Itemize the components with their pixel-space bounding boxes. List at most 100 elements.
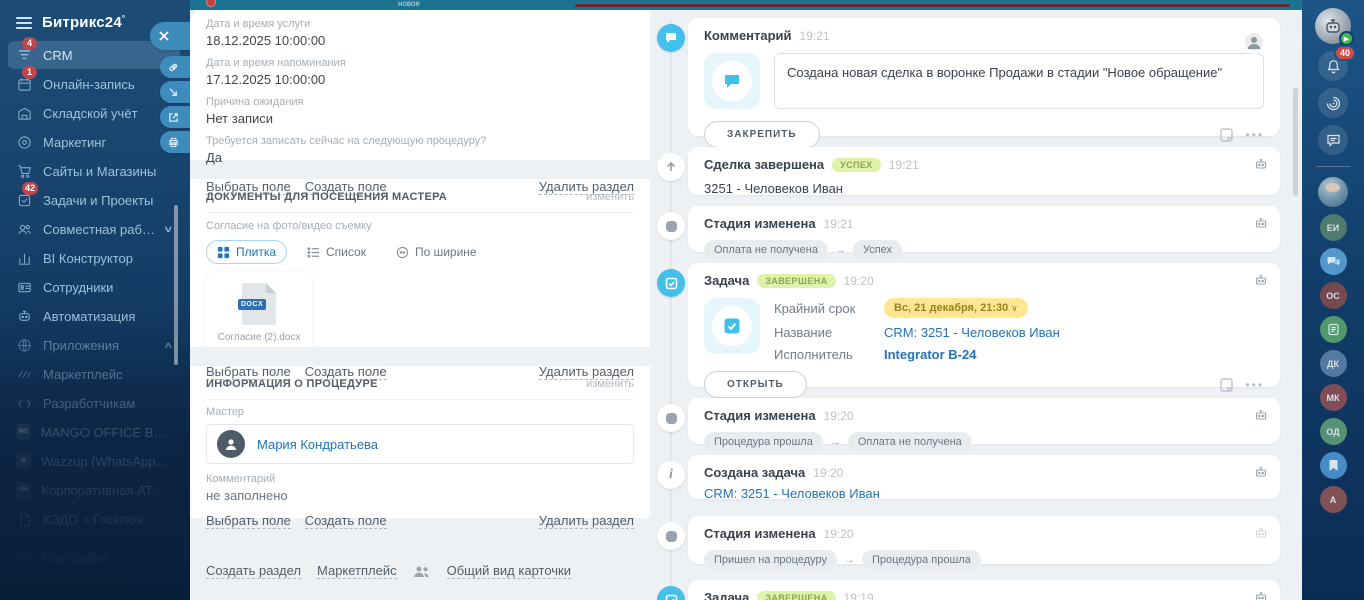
more-menu-icon[interactable]: ••• bbox=[1245, 378, 1264, 392]
sidebar-item-kedo[interactable]: КЭДО + Госключ bbox=[8, 505, 180, 533]
comment-text[interactable]: Создана новая сделка в воронке Продажи в… bbox=[774, 53, 1264, 109]
arrow-right-icon: → bbox=[834, 244, 846, 256]
timeline-vertical-scrollbar[interactable] bbox=[1293, 88, 1298, 196]
bell-icon bbox=[1326, 59, 1340, 73]
comment-big-icon bbox=[704, 53, 760, 109]
user-avatar-icon bbox=[217, 430, 245, 458]
support-chat-button[interactable] bbox=[1318, 125, 1348, 155]
card-general-view-link[interactable]: Общий вид карточки bbox=[446, 563, 572, 579]
sidebar-item-online-booking[interactable]: Онлайн-запись 1 bbox=[8, 66, 180, 98]
chat-avatar-ei[interactable]: ЕИ bbox=[1319, 214, 1347, 241]
timeline-card-deal-completed[interactable]: Сделка завершена УСПЕХ 19:21 3251 - Чело… bbox=[688, 147, 1280, 196]
print-button[interactable] bbox=[160, 131, 190, 153]
timeline-card-stage-changed[interactable]: Стадия изменена 19:20 Пришел на процедур… bbox=[688, 516, 1280, 570]
sidebar-item-collaboration[interactable]: Совместная работа ∨ bbox=[8, 215, 180, 243]
deadline-pill[interactable]: Вс, 21 декабря, 21:30 ∨ bbox=[884, 298, 1028, 318]
sidebar-item-automation[interactable]: Автоматизация bbox=[8, 302, 180, 330]
top-progress-line bbox=[575, 4, 1290, 7]
timeline-card-task-2[interactable]: Задача ЗАВЕРШЕНА 19:19 bbox=[688, 580, 1280, 600]
messenger-chat[interactable] bbox=[1319, 248, 1347, 275]
note-icon[interactable] bbox=[1220, 127, 1233, 142]
open-task-button[interactable]: ОТКРЫТЬ bbox=[704, 371, 807, 398]
chat-avatar-os[interactable]: ОС bbox=[1319, 282, 1347, 309]
sidebar-item-employees[interactable]: Сотрудники bbox=[8, 273, 180, 301]
chat-user-photo[interactable] bbox=[1318, 177, 1348, 207]
sidebar-item-wazzup[interactable]: W Wazzup (WhatsApp, T... bbox=[8, 447, 180, 475]
comment-value[interactable]: не заполнено bbox=[206, 488, 634, 503]
marketplace-link[interactable]: Маркетплейс bbox=[316, 563, 397, 579]
view-tab-list[interactable]: Список bbox=[297, 241, 376, 263]
sidebar-item-settings[interactable]: Настройки bbox=[8, 543, 180, 571]
assignee-link[interactable]: Integrator B-24 bbox=[884, 347, 976, 362]
sidebar-scrollbar[interactable] bbox=[174, 205, 178, 365]
sidebar-item-mango-office[interactable]: MO MANGO OFFICE Вирт... bbox=[8, 418, 180, 446]
automation-robot-icon bbox=[1254, 273, 1268, 287]
profile-avatar[interactable]: ▶ bbox=[1315, 8, 1354, 46]
edit-section-link[interactable]: изменить bbox=[586, 378, 634, 390]
master-name-link[interactable]: Мария Кондратьева bbox=[257, 437, 378, 452]
automation-robot-icon bbox=[1254, 216, 1268, 230]
app-logo[interactable]: Битрикс24° bbox=[42, 14, 125, 31]
open-new-window-button[interactable] bbox=[160, 106, 190, 128]
chat-avatar-dk[interactable]: ДК bbox=[1319, 350, 1347, 377]
create-field-link[interactable]: Создать поле bbox=[304, 513, 387, 529]
edit-section-link[interactable]: изменить bbox=[586, 191, 634, 203]
copy-link-button[interactable] bbox=[160, 56, 190, 78]
select-field-link[interactable]: Выбрать поле bbox=[206, 513, 291, 529]
stage-node-icon bbox=[657, 522, 685, 550]
more-menu-icon[interactable]: ••• bbox=[1245, 128, 1264, 142]
gear-icon bbox=[16, 549, 33, 566]
notifications-button[interactable]: 40 bbox=[1318, 45, 1356, 81]
procedure-info-section: ИНФОРМАЦИЯ О ПРОЦЕДУРЕ изменить Мастер М… bbox=[190, 366, 650, 529]
sidebar-item-marketing[interactable]: Маркетинг bbox=[8, 128, 180, 156]
chat-notes[interactable] bbox=[1319, 316, 1347, 343]
create-section-link[interactable]: Создать раздел bbox=[206, 563, 301, 579]
field-value[interactable]: 17.12.2025 10:00:00 bbox=[206, 72, 634, 87]
sidebar-item-developers[interactable]: Разработчикам bbox=[8, 389, 180, 417]
view-tab-tiles[interactable]: Плитка bbox=[206, 240, 288, 264]
timeline-card-comment[interactable]: Комментарий 19:21 Создана новая сделка в… bbox=[688, 18, 1280, 148]
timeline-card-stage-changed[interactable]: Стадия изменена 19:20 Процедура прошла →… bbox=[688, 398, 1280, 452]
notes-icon bbox=[1327, 323, 1339, 336]
card-time: 19:20 bbox=[823, 526, 854, 541]
history-button[interactable] bbox=[1318, 88, 1348, 118]
sidebar-item-warehouse[interactable]: Складской учёт bbox=[8, 99, 180, 127]
tasks-badge: 42 bbox=[22, 182, 39, 195]
chevron-down-icon: ∨ bbox=[1011, 303, 1018, 313]
timeline-card-task-created[interactable]: Создана задача 19:20 CRM: 3251 - Человек… bbox=[688, 455, 1280, 501]
view-tab-fullwidth[interactable]: По ширине bbox=[386, 241, 487, 263]
sidebar-item-bi[interactable]: BI Конструктор bbox=[8, 244, 180, 272]
task-created-link[interactable]: CRM: 3251 - Человеков Иван bbox=[704, 486, 880, 501]
timeline-card-task[interactable]: Задача ЗАВЕРШЕНА 19:20 Крайний срок Вс, … bbox=[688, 263, 1280, 398]
chat-avatar-od[interactable]: ОД bbox=[1319, 418, 1347, 445]
timeline: Комментарий 19:21 Создана новая сделка в… bbox=[650, 10, 1302, 600]
sidebar-item-marketplace[interactable]: Маркетплейс bbox=[8, 360, 180, 388]
field-label: Дата и время напоминания bbox=[206, 57, 346, 69]
sidebar-item-sites[interactable]: Сайты и Магазины bbox=[8, 157, 180, 185]
field-value[interactable]: 18.12.2025 10:00:00 bbox=[206, 33, 634, 48]
automation-robot-icon bbox=[1254, 157, 1268, 171]
timeline-card-stage-changed[interactable]: Стадия изменена 19:21 Оплата не получена… bbox=[688, 206, 1280, 260]
menu-hamburger-icon[interactable] bbox=[16, 16, 32, 29]
target-icon bbox=[16, 134, 33, 151]
card-title: Задача bbox=[704, 590, 750, 600]
sidebar-item-tasks[interactable]: Задачи и Проекты 42 bbox=[8, 182, 180, 214]
pin-button[interactable]: ЗАКРЕПИТЬ bbox=[704, 121, 820, 148]
saved-messages[interactable] bbox=[1319, 452, 1347, 479]
field-value[interactable]: Нет записи bbox=[206, 111, 634, 126]
time-spiral-icon bbox=[1326, 96, 1340, 110]
chat-avatar-mk[interactable]: МК bbox=[1319, 384, 1347, 411]
close-panel-button[interactable] bbox=[150, 22, 190, 50]
chat-bubble-icon bbox=[1326, 134, 1340, 147]
delete-section-link[interactable]: Удалить раздел bbox=[538, 513, 634, 529]
collapse-button[interactable] bbox=[160, 81, 190, 103]
chevron-down-icon: ∨ bbox=[163, 223, 174, 234]
file-tile-docx[interactable]: DOCX Согласие (2).docx bbox=[206, 272, 312, 354]
sidebar-item-corporate-ats[interactable]: КМ Корпоративная АТС ... bbox=[8, 476, 180, 504]
deal-fields-column: Дата и время услуги 18.12.2025 10:00:00 … bbox=[190, 10, 650, 600]
chat-avatar-a[interactable]: А bbox=[1319, 486, 1347, 513]
sidebar-item-apps[interactable]: Приложения ∧ bbox=[8, 331, 180, 359]
master-field[interactable]: Мария Кондратьева bbox=[206, 424, 634, 464]
note-icon[interactable] bbox=[1220, 377, 1233, 392]
task-name-link[interactable]: CRM: 3251 - Человеков Иван bbox=[884, 325, 1060, 340]
